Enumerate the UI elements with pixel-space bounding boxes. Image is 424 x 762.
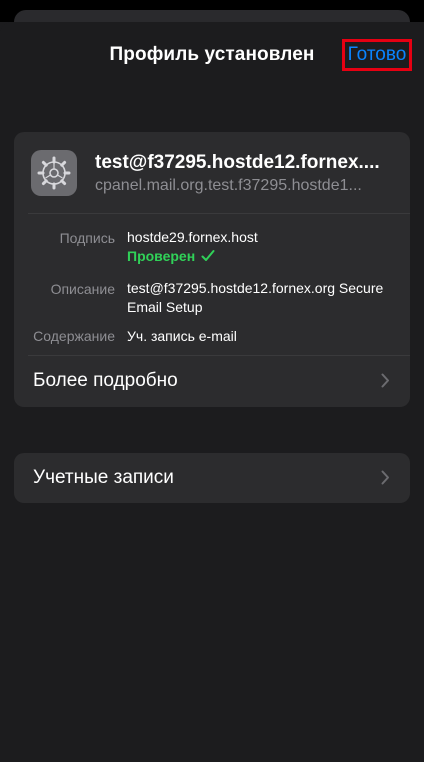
more-details-row[interactable]: Более подробно: [14, 356, 410, 406]
accounts-card: Учетные записи: [14, 453, 410, 503]
description-label: Описание: [50, 281, 115, 297]
checkmark-icon: [201, 249, 215, 263]
chevron-right-icon: [381, 373, 390, 393]
description-value: test@f37295.hostde12.fornex.org Secure E…: [127, 280, 384, 315]
accounts-row[interactable]: Учетные записи: [14, 453, 410, 503]
accounts-label: Учетные записи: [33, 467, 174, 488]
signature-value: hostde29.fornex.host: [127, 229, 258, 245]
chevron-right-icon: [381, 470, 390, 490]
verified-label: Проверен: [127, 248, 196, 264]
more-details-label: Более подробно: [33, 370, 178, 391]
contents-label: Содержание: [33, 328, 115, 344]
contents-value: Уч. запись e-mail: [127, 328, 237, 344]
signature-label: Подпись: [59, 230, 115, 246]
profile-header: test@f37295.hostde12.fornex.... cpanel.m…: [14, 132, 410, 213]
profile-card: test@f37295.hostde12.fornex.... cpanel.m…: [14, 132, 410, 407]
settings-gear-icon: [31, 150, 77, 196]
profile-name: test@f37295.hostde12.fornex....: [95, 152, 380, 173]
done-button[interactable]: Готово: [342, 39, 412, 71]
verified-status: Проверен: [127, 248, 215, 264]
profile-identifier: cpanel.mail.org.test.f37295.hostde1...: [95, 177, 362, 194]
divider: [28, 213, 410, 214]
